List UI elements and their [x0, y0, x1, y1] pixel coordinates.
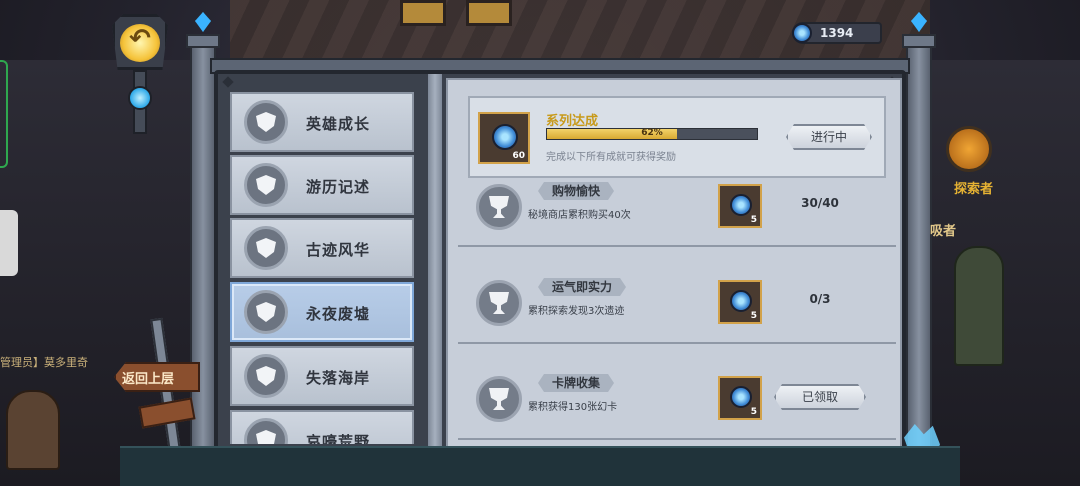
series-description: 完成以下所有成就可获得奖励 — [546, 152, 676, 163]
category-wailing-wilds[interactable]: 哀嚎荒野 — [230, 410, 414, 444]
npc-name-label: 管理员】莫多里奇 — [0, 356, 88, 369]
achievement-reward[interactable]: 5 — [718, 376, 762, 420]
achievement-name: 购物愉快 — [538, 182, 614, 200]
achievement-row: 购物愉快 秘境商店累积购买40次 5 30/40 — [468, 178, 886, 254]
gem-coin-icon — [792, 23, 812, 43]
gem-coin-icon — [730, 386, 752, 408]
lamp-orb-icon — [128, 86, 152, 110]
category-list[interactable]: 英雄成长 游历记述 古迹风华 永夜废墟 失落海岸 哀嚎荒野 — [226, 88, 418, 444]
series-title: 系列达成 — [546, 114, 599, 129]
explorer-badge-icon[interactable] — [946, 126, 992, 172]
achievement-description: 累积获得130张幻卡 — [528, 402, 618, 413]
return-arrow-icon: ↶ — [129, 24, 151, 54]
background-right-scenery — [930, 60, 1080, 486]
currency-display: 1394 — [792, 22, 882, 44]
row-divider — [458, 438, 896, 440]
category-eternal-night-ruins[interactable]: 永夜废墟 — [230, 282, 414, 342]
series-reward[interactable]: 60 — [478, 112, 530, 164]
achievement-row: 运气即实力 累积探索发现3次遗迹 5 0/3 — [468, 274, 886, 350]
right-post — [906, 36, 932, 456]
mask-icon — [244, 354, 288, 398]
gem-coin-icon — [730, 290, 752, 312]
category-label: 失落海岸 — [306, 369, 371, 387]
edge-indicator — [0, 60, 8, 168]
category-hero-growth[interactable]: 英雄成长 — [230, 92, 414, 152]
skull-icon — [244, 418, 288, 444]
in-progress-button[interactable]: 进行中 — [786, 124, 872, 150]
trophy-icon — [476, 376, 522, 422]
npc-character — [954, 246, 1004, 366]
helmet-icon — [244, 100, 288, 144]
right-post-cap — [902, 34, 936, 48]
gem-coin-icon — [730, 194, 752, 216]
npc-character — [6, 390, 60, 470]
trophy-icon — [476, 184, 522, 230]
left-post-cap — [186, 34, 220, 48]
row-divider — [458, 342, 896, 344]
trophy-icon — [476, 280, 522, 326]
achievement-description: 累积探索发现3次遗迹 — [528, 306, 625, 317]
achievement-reward[interactable]: 5 — [718, 280, 762, 324]
category-lost-coast[interactable]: 失落海岸 — [230, 346, 414, 406]
category-label: 哀嚎荒野 — [306, 433, 371, 444]
achievement-description: 秘境商店累积购买40次 — [528, 210, 631, 221]
background-window — [400, 0, 446, 26]
category-label: 游历记述 — [306, 178, 371, 196]
category-travel-records[interactable]: 游历记述 — [230, 155, 414, 215]
series-progress-bar: 62% — [546, 128, 758, 140]
background-window — [466, 0, 512, 26]
reward-quantity: 5 — [750, 311, 757, 321]
achievement-reward[interactable]: 5 — [718, 184, 762, 228]
reward-quantity: 5 — [750, 215, 757, 225]
category-label: 永夜废墟 — [306, 305, 371, 323]
edge-handle[interactable] — [0, 210, 18, 276]
blue-gem-icon — [195, 12, 211, 32]
achievement-name: 运气即实力 — [538, 278, 626, 296]
achievement-progress: 0/3 — [809, 292, 831, 306]
currency-value: 1394 — [820, 26, 854, 40]
category-label: 古迹风华 — [306, 241, 371, 259]
achievement-name: 卡牌收集 — [538, 374, 614, 392]
achievement-progress: 30/40 — [801, 196, 839, 210]
row-divider — [458, 245, 896, 247]
back-button-label[interactable]: 返回上层 — [122, 368, 174, 387]
reward-quantity: 5 — [750, 407, 757, 417]
category-label: 英雄成长 — [306, 115, 371, 133]
progress-label: 62% — [641, 128, 663, 138]
board-divider — [428, 74, 442, 450]
ground-decoration — [120, 446, 960, 486]
gem-coin-icon — [492, 124, 518, 150]
left-post — [190, 36, 216, 456]
reward-quantity: 60 — [512, 151, 525, 161]
claimed-button[interactable]: 已领取 — [774, 384, 866, 410]
partial-side-label: 吸者 — [930, 224, 957, 239]
category-ancient-ruins[interactable]: 古迹风华 — [230, 218, 414, 278]
explorer-label: 探索者 — [954, 182, 994, 197]
achievement-row: 卡牌收集 累积获得130张幻卡 5 已领取 — [468, 370, 886, 446]
demon-mask-icon — [244, 290, 288, 334]
ruins-icon — [244, 226, 288, 270]
book-icon — [244, 163, 288, 207]
